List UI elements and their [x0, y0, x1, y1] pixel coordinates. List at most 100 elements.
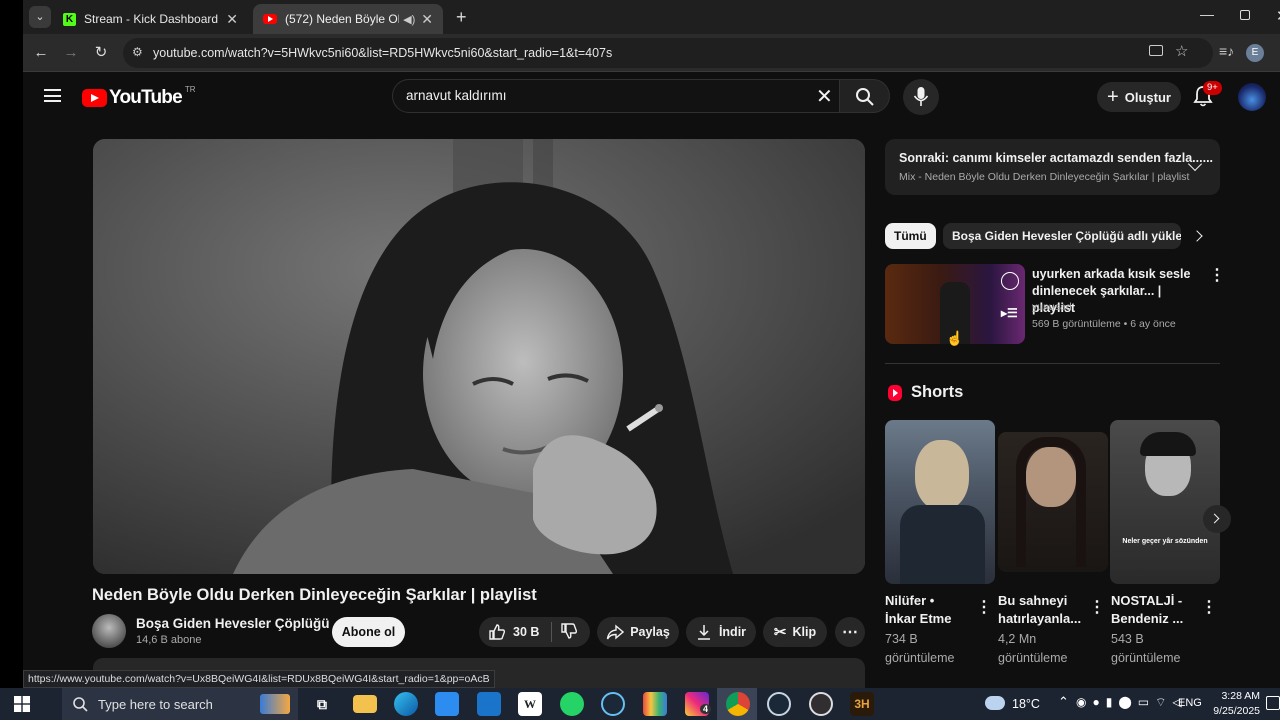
menu-icon[interactable] — [44, 89, 61, 102]
download-button[interactable]: İndir — [686, 617, 756, 647]
more-vertical-icon[interactable]: ⋮ — [976, 597, 992, 617]
notification-center-icon[interactable] — [1266, 696, 1280, 710]
more-actions-button[interactable]: ⋯ — [835, 617, 865, 647]
profile-avatar[interactable]: E — [1246, 44, 1264, 62]
notifications-button[interactable]: 9+ — [1193, 81, 1222, 109]
back-button[interactable]: ← — [30, 42, 52, 64]
clip-button[interactable]: ✂ Klip — [763, 617, 827, 647]
more-vertical-icon[interactable]: ⋮ — [1201, 597, 1217, 617]
tab-search-button[interactable]: ⌄ — [29, 6, 51, 28]
instagram-icon[interactable]: 4 — [685, 692, 712, 716]
reload-button[interactable]: ↻ — [90, 42, 112, 64]
short-thumbnail[interactable] — [885, 420, 995, 584]
app-icon[interactable] — [643, 692, 667, 716]
share-button[interactable]: Paylaş — [597, 617, 679, 647]
taskbar-search[interactable]: Type here to search — [62, 688, 298, 720]
subscribe-button[interactable]: Abone ol — [332, 617, 405, 647]
chrome-icon[interactable] — [726, 692, 750, 716]
bookmark-star-icon[interactable]: ☆ — [1175, 42, 1188, 60]
next-shorts-button[interactable] — [1203, 505, 1231, 533]
more-vertical-icon[interactable]: ⋮ — [1089, 597, 1105, 617]
dislike-button[interactable] — [560, 622, 578, 643]
store-icon[interactable] — [435, 692, 459, 716]
create-button[interactable]: + Oluştur — [1097, 82, 1181, 112]
task-view-icon[interactable]: ⧉ — [310, 692, 334, 716]
channel-avatar[interactable] — [92, 614, 126, 648]
short-title[interactable]: NOSTALJİ - Bendeniz ... — [1111, 592, 1203, 628]
more-horizontal-icon: ⋯ — [842, 624, 858, 641]
create-label: Oluştur — [1124, 89, 1171, 105]
tab-title: Stream - Kick Dashboard — [84, 12, 219, 26]
edge-icon[interactable] — [394, 692, 418, 716]
short-title[interactable]: Bu sahneyi hatırlayanla... — [998, 592, 1090, 628]
obs-icon[interactable] — [809, 692, 833, 716]
account-avatar[interactable] — [1238, 83, 1266, 111]
chevron-right-icon[interactable] — [1191, 230, 1203, 242]
video-player[interactable] — [93, 139, 865, 574]
tab-youtube-video[interactable]: (572) Neden Böyle Oldu De ◀) ✕ — [253, 4, 443, 34]
up-next-title: Sonraki: canımı kimseler acıtamazdı send… — [899, 151, 1214, 165]
thumbs-up-icon — [489, 624, 505, 640]
search-box[interactable]: arnavut kaldırımı ✕ — [392, 79, 840, 113]
forward-button[interactable]: → — [60, 42, 82, 64]
chip-uploader[interactable]: Boşa Giden Hevesler Çöplüğü adlı yükleyi… — [943, 223, 1181, 249]
divider — [551, 622, 553, 642]
channel-name[interactable]: Boşa Giden Hevesler Çöplüğü — [136, 616, 330, 631]
short-thumbnail[interactable] — [998, 432, 1108, 572]
close-icon[interactable]: ✕ — [226, 11, 238, 28]
short-thumbnail[interactable]: Neler geçer yâr sözünden — [1110, 420, 1220, 584]
like-button[interactable]: 30 B — [479, 623, 539, 641]
like-count: 30 B — [513, 625, 540, 639]
tray-chevron-icon[interactable]: ⌃ — [1058, 694, 1069, 710]
weather-icon[interactable] — [985, 696, 1005, 710]
more-vertical-icon[interactable]: ⋮ — [1209, 265, 1225, 285]
clock-time: 3:28 AM — [1221, 690, 1260, 702]
recommended-channel[interactable]: yunusad — [1032, 301, 1072, 313]
media-control-icon[interactable]: ≡♪ — [1219, 43, 1234, 59]
mail-icon[interactable] — [477, 692, 501, 716]
maximize-button[interactable] — [1240, 10, 1250, 20]
share-label: Paylaş — [630, 625, 670, 639]
shorts-logo-icon — [888, 384, 902, 401]
site-info-icon[interactable]: ⚙ — [132, 45, 143, 59]
video-frame — [93, 139, 865, 574]
download-icon — [697, 625, 710, 640]
youtube-logo[interactable]: YouTube TR — [82, 85, 196, 109]
search-input[interactable]: arnavut kaldırımı — [406, 88, 507, 103]
word-icon[interactable]: W — [518, 692, 542, 716]
weather-temp[interactable]: 18°C — [1012, 697, 1040, 711]
minimize-button[interactable]: — — [1200, 6, 1214, 22]
tab-kick-dashboard[interactable]: K Stream - Kick Dashboard ✕ — [53, 4, 248, 34]
short-title[interactable]: Nilüfer • İnkar Etme — [885, 592, 977, 628]
steam-icon[interactable] — [601, 692, 625, 716]
voice-search-button[interactable] — [903, 79, 939, 115]
search-icon — [856, 88, 874, 106]
whatsapp-icon[interactable] — [560, 692, 584, 716]
youtube-logo-text: YouTube — [109, 87, 183, 108]
language-indicator[interactable]: ENG — [1178, 697, 1202, 709]
chip-all[interactable]: Tümü — [885, 223, 936, 249]
start-button[interactable] — [14, 696, 30, 712]
windows-icon — [14, 696, 30, 712]
clip-label: Klip — [792, 625, 817, 639]
taskbar-search-placeholder: Type here to search — [98, 696, 213, 712]
clear-search-icon[interactable]: ✕ — [816, 84, 833, 109]
steam-client-icon[interactable] — [767, 692, 791, 716]
clock[interactable]: 3:28 AM 9/25/2025 — [1200, 689, 1260, 719]
install-app-icon[interactable] — [1149, 45, 1163, 56]
url-box[interactable]: ⚙ youtube.com/watch?v=5HWkvc5ni60&list=R… — [123, 38, 1213, 68]
new-tab-button[interactable]: + — [456, 7, 467, 28]
notification-badge: 9+ — [1203, 81, 1222, 95]
game-icon[interactable]: 3H — [850, 692, 874, 716]
close-window-button[interactable]: ✕ — [1276, 7, 1280, 25]
share-icon — [606, 624, 625, 640]
close-icon[interactable]: ✕ — [421, 11, 433, 28]
file-explorer-icon[interactable] — [353, 695, 377, 713]
search-button[interactable] — [840, 79, 890, 113]
speaker-icon[interactable]: ◀) — [403, 13, 415, 26]
up-next-card[interactable]: Sonraki: canımı kimseler acıtamazdı send… — [885, 139, 1220, 195]
recommended-title-line1: uyurken arkada kısık sesle — [1032, 267, 1191, 281]
tray-icons[interactable]: ◉●▮⬤▭⌔◁ — [1076, 695, 1188, 710]
url-text[interactable]: youtube.com/watch?v=5HWkvc5ni60&list=RD5… — [153, 46, 612, 60]
download-label: İndir — [718, 625, 747, 639]
